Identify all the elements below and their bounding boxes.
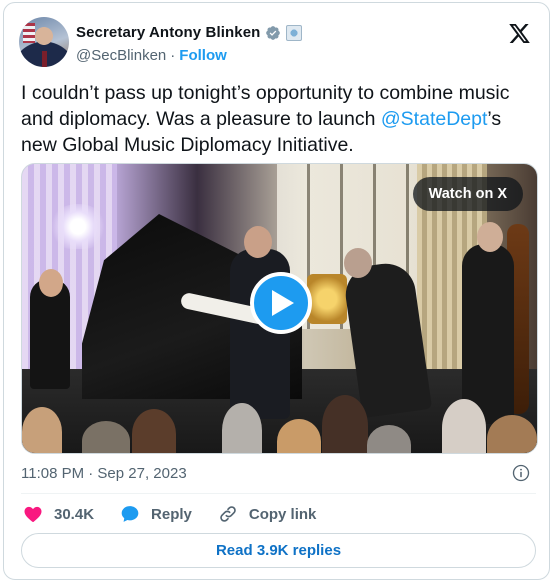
action-bar: 30.4K Reply Copy link: [23, 504, 342, 524]
handle-separator: ·: [170, 47, 176, 64]
avatar[interactable]: [19, 17, 69, 67]
scene-bassist-head: [477, 222, 503, 252]
play-button[interactable]: [250, 272, 312, 334]
tweet-timestamp[interactable]: 11:08 PM · Sep 27, 2023: [21, 465, 187, 482]
avatar-tie: [42, 51, 47, 67]
scene-pianist-head: [39, 269, 63, 297]
video-player[interactable]: Watch on X: [21, 163, 538, 454]
heart-icon: [24, 506, 42, 522]
link-icon: [220, 506, 236, 522]
verified-badge-icon: [266, 25, 281, 40]
tweet-card: Secretary Antony Blinken @SecBlinken · F…: [3, 2, 550, 580]
author-name[interactable]: Secretary Antony Blinken: [76, 24, 260, 41]
scene-chandelier: [48, 204, 108, 249]
scene-clock: [307, 274, 347, 324]
mention-link[interactable]: @StateDept: [381, 108, 488, 130]
reply-button[interactable]: Reply: [120, 504, 192, 524]
scene-guitarist-head: [244, 226, 272, 258]
reply-label: Reply: [151, 505, 192, 523]
speech-bubble-icon: [121, 506, 139, 522]
author-name-row: Secretary Antony Blinken: [76, 24, 303, 41]
scene-audience: [22, 389, 537, 453]
avatar-flag: [23, 23, 35, 43]
copy-link-label: Copy link: [248, 505, 317, 523]
watch-on-x-button[interactable]: Watch on X: [412, 177, 523, 211]
scene-man-head: [344, 248, 372, 278]
read-replies-button[interactable]: Read 3.9K replies: [21, 533, 536, 568]
info-icon[interactable]: [512, 464, 530, 482]
tweet-text: I couldn’t pass up tonight’s opportunity…: [21, 80, 531, 158]
like-button[interactable]: 30.4K: [23, 504, 94, 524]
government-seal-icon: [286, 24, 303, 41]
author-handle-row: @SecBlinken · Follow: [76, 47, 227, 64]
play-icon: [272, 290, 294, 316]
author-handle[interactable]: @SecBlinken: [76, 47, 166, 64]
x-logo-icon[interactable]: [508, 23, 531, 44]
like-count: 30.4K: [54, 505, 95, 523]
follow-link[interactable]: Follow: [179, 47, 227, 64]
divider: [21, 493, 536, 494]
copy-link-button[interactable]: Copy link: [218, 504, 317, 524]
